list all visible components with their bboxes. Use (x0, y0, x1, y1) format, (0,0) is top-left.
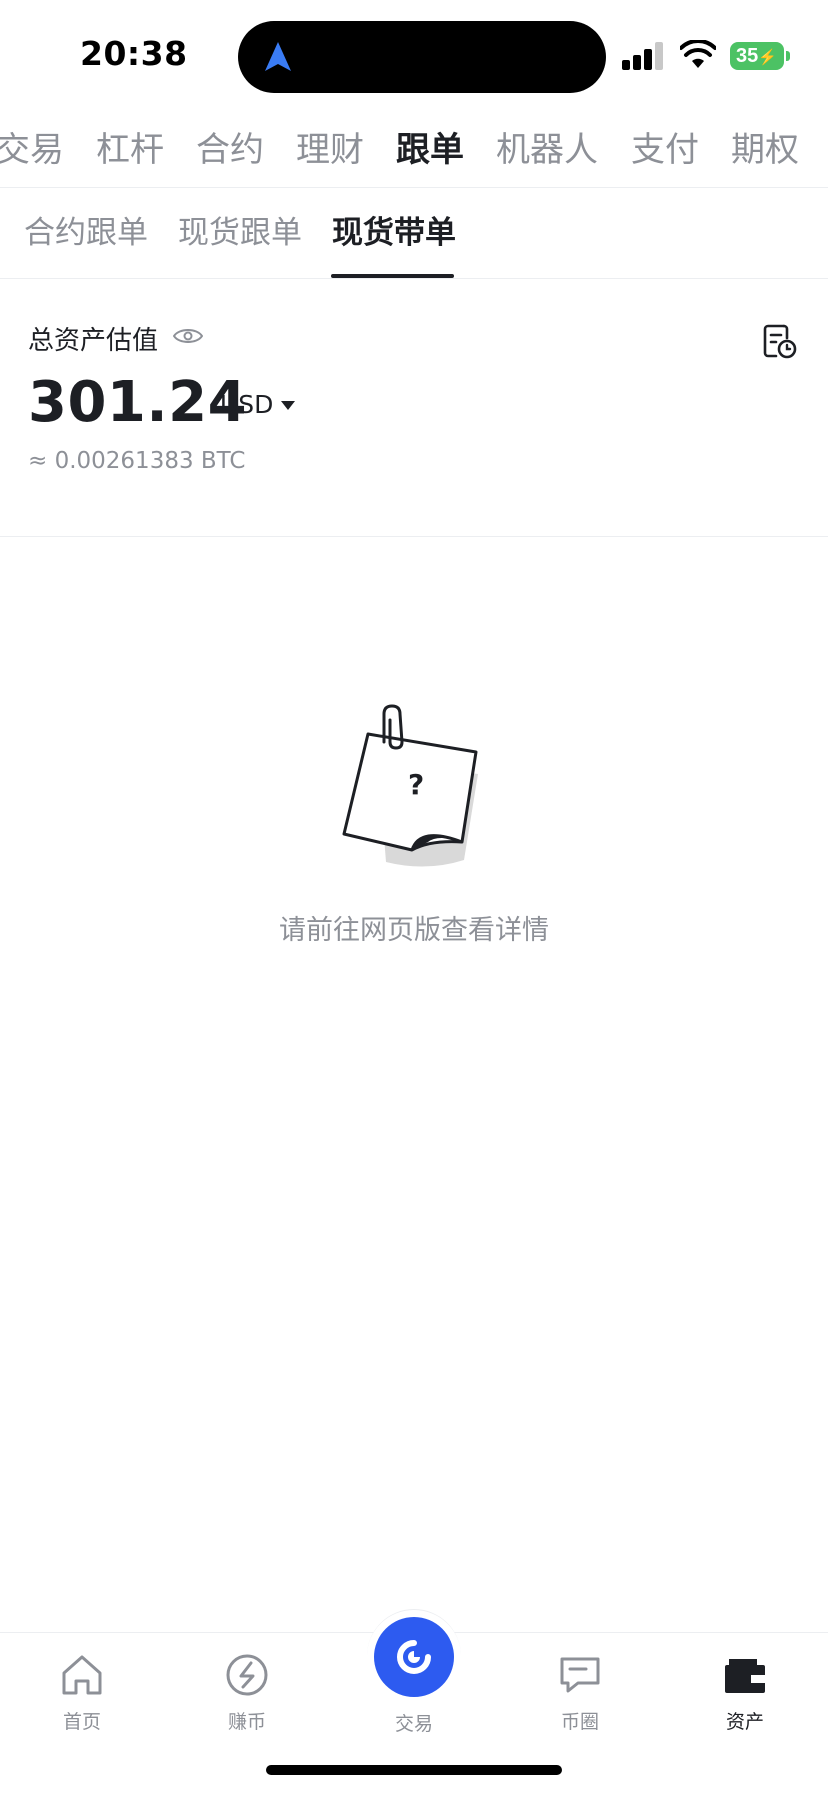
nav-trade-label[interactable]: 交易 (364, 1709, 464, 1736)
top-tab-pay[interactable]: 支付 (631, 122, 699, 171)
eye-icon[interactable] (173, 326, 203, 346)
wifi-icon (680, 40, 716, 68)
top-tab-trade[interactable]: 交易 (0, 122, 64, 171)
status-bar: 20:38 35⚡ (0, 0, 828, 112)
nav-trade-button[interactable] (374, 1617, 454, 1697)
battery-icon: 35⚡ (730, 40, 790, 72)
nav-home[interactable]: 首页 (32, 1651, 132, 1734)
top-category-tabs: 交易 杠杆 合约 理财 跟单 机器人 支付 期权 (0, 112, 828, 188)
home-icon (62, 1655, 102, 1695)
nav-home-label: 首页 (62, 1711, 101, 1733)
total-assets-value: 301.24 (28, 370, 248, 435)
cellular-signal-icon (622, 42, 663, 70)
currency-selector[interactable]: USD (220, 390, 296, 419)
top-tab-margin[interactable]: 杠杆 (96, 122, 164, 171)
nav-community[interactable]: 币圈 (530, 1651, 630, 1734)
nav-community-label: 币圈 (560, 1711, 599, 1733)
active-tab-indicator (331, 274, 454, 278)
nav-earn[interactable]: 赚币 (197, 1651, 297, 1734)
trade-icon (397, 1640, 431, 1674)
community-icon (560, 1657, 600, 1693)
top-tab-earn[interactable]: 理财 (296, 122, 364, 171)
sub-tab-spot-lead[interactable]: 现货带单 (332, 207, 456, 252)
btc-equivalent: ≈ 0.00261383 BTC (28, 448, 246, 474)
empty-document-illustration: ? (342, 704, 478, 867)
top-tab-options[interactable]: 期权 (731, 122, 799, 171)
top-tab-copy-trading[interactable]: 跟单 (396, 122, 464, 171)
svg-text:?: ? (408, 768, 424, 801)
home-indicator (266, 1765, 562, 1775)
top-tab-futures[interactable]: 合约 (196, 122, 264, 171)
nav-assets-label: 资产 (725, 1711, 764, 1733)
navigation-arrow-icon (265, 42, 291, 71)
battery-level: 35 (736, 45, 759, 67)
sub-tab-futures-copy[interactable]: 合约跟单 (24, 207, 148, 252)
nav-assets[interactable]: 资产 (695, 1651, 795, 1734)
dynamic-island (238, 21, 606, 93)
status-time: 20:38 (80, 34, 188, 73)
total-assets-label: 总资产估值 (28, 326, 159, 356)
sub-tab-spot-copy[interactable]: 现货跟单 (178, 207, 302, 252)
caret-down-icon (281, 401, 296, 410)
empty-state-message: 请前往网页版查看详情 (279, 915, 549, 946)
sub-tabs: 合约跟单 现货跟单 现货带单 (0, 189, 828, 279)
earn-icon (226, 1654, 268, 1696)
wallet-icon (725, 1659, 765, 1693)
asset-summary: 总资产估值 301.24 USD ≈ 0.00261383 BTC (0, 280, 828, 537)
currency-label: USD (220, 390, 274, 419)
top-tab-bots[interactable]: 机器人 (496, 122, 598, 171)
history-icon[interactable] (760, 322, 798, 360)
nav-earn-label: 赚币 (227, 1711, 266, 1733)
